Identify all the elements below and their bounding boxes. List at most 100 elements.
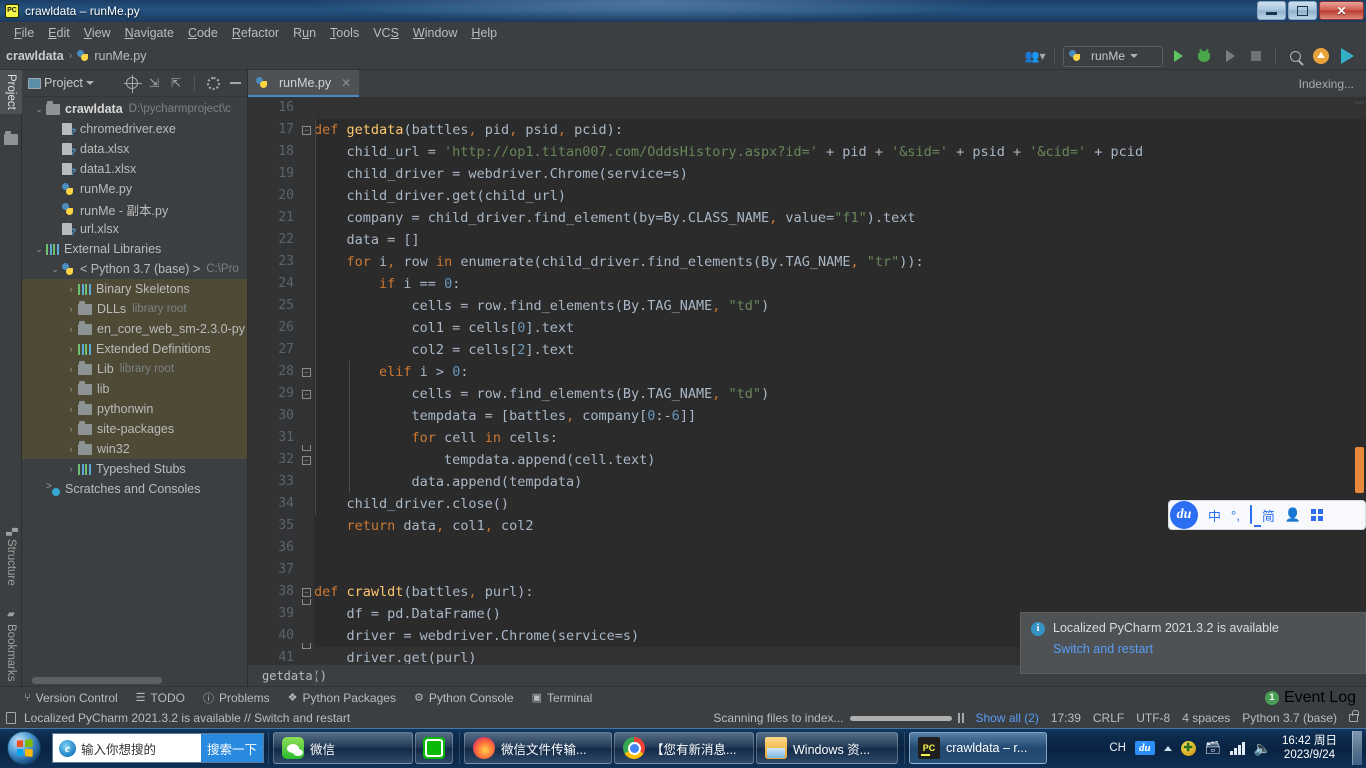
taskbar-item-firefox[interactable]: 微信文件传输...	[464, 732, 612, 764]
fold-marker[interactable]: −	[302, 390, 311, 399]
event-log-button[interactable]: 1 Event Log	[1264, 689, 1366, 707]
code-line[interactable]	[314, 559, 1366, 581]
ime-chinese-mode-icon[interactable]: 中	[1208, 506, 1221, 525]
caret-position[interactable]: 17:39	[1051, 711, 1081, 725]
code-line[interactable]: if i == 0:	[314, 273, 1366, 295]
baidu-ime-toolbar[interactable]: du 中 °, 简 👤	[1168, 500, 1366, 530]
tree-node[interactable]: ⌄ crawldata D:\pycharmproject\c	[22, 99, 247, 119]
chevron-right-icon[interactable]: ›	[64, 344, 78, 354]
search-everywhere-icon[interactable]	[1284, 45, 1306, 67]
chevron-right-icon[interactable]: ›	[64, 404, 78, 414]
code-line[interactable]: def getdata(battles, pid, psid, pcid):	[314, 119, 1366, 141]
indent-setting[interactable]: 4 spaces	[1182, 711, 1230, 725]
editor-scrollbar[interactable]	[1355, 447, 1364, 493]
code-folding-column[interactable]: − − − − −	[300, 97, 314, 686]
tree-node[interactable]: ⌄ External Libraries	[22, 239, 247, 259]
stop-icon[interactable]	[1245, 45, 1267, 67]
code-line[interactable]: cells = row.find_elements(By.TAG_NAME, "…	[314, 295, 1366, 317]
code-line[interactable]: child_driver.get(child_url)	[314, 185, 1366, 207]
file-encoding[interactable]: UTF-8	[1136, 711, 1170, 725]
ime-grid-icon[interactable]	[1311, 509, 1324, 521]
menu-vcs[interactable]: VCS	[366, 24, 406, 42]
ime-simplified-icon[interactable]: 简	[1262, 506, 1275, 525]
fold-end-marker[interactable]	[302, 643, 311, 649]
baidu-ime-tray-icon[interactable]: du	[1134, 741, 1155, 755]
chevron-down-icon[interactable]: ⌄	[48, 264, 62, 275]
pause-icon[interactable]	[957, 713, 964, 723]
tree-node[interactable]: › Extended Definitions	[22, 339, 247, 359]
menu-window[interactable]: Window	[406, 24, 464, 42]
code-line[interactable]: company = child_driver.find_element(by=B…	[314, 207, 1366, 229]
code-line[interactable]: data = []	[314, 229, 1366, 251]
update-project-icon[interactable]	[1310, 45, 1332, 67]
search-button[interactable]: 搜索一下	[201, 734, 263, 762]
menu-edit[interactable]: Edit	[41, 24, 77, 42]
minimize-button[interactable]	[1257, 1, 1286, 20]
code-line[interactable]: def crawldt(battles, purl):	[314, 581, 1366, 603]
taskbar-item-wechat[interactable]: 微信	[273, 732, 413, 764]
menu-tools[interactable]: Tools	[323, 24, 366, 42]
tree-node[interactable]: runMe - 副本.py	[22, 199, 247, 219]
taskbar-item-wechat-transfer-tool[interactable]	[415, 732, 453, 764]
user-settings-icon[interactable]: 👥▾	[1024, 45, 1046, 67]
chevron-right-icon[interactable]: ›	[64, 444, 78, 454]
breadcrumb-file[interactable]: runMe.py	[77, 49, 146, 63]
lock-icon[interactable]	[1349, 710, 1359, 722]
tree-node[interactable]: url.xlsx	[22, 219, 247, 239]
window-title-bar[interactable]: crawldata – runMe.py ✕	[0, 0, 1366, 22]
baidu-ime-logo[interactable]: du	[1170, 501, 1198, 529]
ie-search-bar[interactable]: e 输入你想搜的 搜索一下	[52, 733, 264, 763]
expand-all-icon[interactable]: ⇲	[146, 75, 162, 91]
interpreter-selector[interactable]: Python 3.7 (base)	[1242, 711, 1337, 725]
clock[interactable]: 16:42 周日 2023/9/24	[1280, 734, 1339, 762]
menu-help[interactable]: Help	[464, 24, 504, 42]
input-language-indicator[interactable]: CH	[1109, 742, 1126, 754]
run-icon[interactable]	[1167, 45, 1189, 67]
line-separator[interactable]: CRLF	[1093, 711, 1124, 725]
notification-balloon[interactable]: i Localized PyCharm 2021.3.2 is availabl…	[1020, 612, 1366, 674]
ime-screen-icon[interactable]	[1249, 505, 1252, 524]
tree-node[interactable]: ⌄ < Python 3.7 (base) > C:\Pro	[22, 259, 247, 279]
menu-file[interactable]: File	[7, 24, 41, 42]
fold-marker[interactable]: −	[302, 368, 311, 377]
chevron-down-icon[interactable]: ⌄	[32, 244, 46, 255]
hide-icon[interactable]	[227, 75, 243, 91]
tool-button-problems[interactable]: ⓘ Problems	[203, 690, 270, 706]
tree-node[interactable]: chromedriver.exe	[22, 119, 247, 139]
code-line[interactable]: for cell in cells:	[314, 427, 1366, 449]
debug-icon[interactable]	[1193, 45, 1215, 67]
network-icon[interactable]	[1230, 741, 1245, 755]
chevron-right-icon[interactable]: ›	[64, 364, 78, 374]
expand-tray-icon[interactable]	[1163, 745, 1172, 751]
code-line[interactable]: tempdata.append(cell.text)	[314, 449, 1366, 471]
search-input[interactable]: e 输入你想搜的	[53, 734, 201, 762]
code-line[interactable]: child_driver = webdriver.Chrome(service=…	[314, 163, 1366, 185]
code-line[interactable]: elif i > 0:	[314, 361, 1366, 383]
start-button[interactable]	[0, 729, 48, 767]
taskbar-item-pycharm[interactable]: PC crawldata – r...	[909, 732, 1047, 764]
chevron-right-icon[interactable]: ›	[64, 304, 78, 314]
code-line[interactable]: child_url = 'http://op1.titan007.com/Odd…	[314, 141, 1366, 163]
tree-horizontal-scrollbar[interactable]	[32, 677, 162, 684]
tree-node[interactable]: › Binary Skeletons	[22, 279, 247, 299]
ime-punctuation-icon[interactable]: °,	[1231, 508, 1240, 523]
device-icon[interactable]: 🗃	[1205, 740, 1222, 756]
tree-node[interactable]: › site-packages	[22, 419, 247, 439]
chevron-down-icon[interactable]: ⌄	[32, 104, 46, 115]
code-line[interactable]	[314, 537, 1366, 559]
chevron-right-icon[interactable]: ›	[64, 384, 78, 394]
taskbar-item-chrome[interactable]: 【您有新消息...	[614, 732, 754, 764]
code-line[interactable]: tempdata = [battles, company[0:-6]]	[314, 405, 1366, 427]
play-alt-icon[interactable]	[1336, 45, 1358, 67]
menu-view[interactable]: View	[77, 24, 118, 42]
tree-node[interactable]: › en_core_web_sm-2.3.0-py	[22, 319, 247, 339]
menu-navigate[interactable]: Navigate	[118, 24, 181, 42]
code-line[interactable]: for i, row in enumerate(child_driver.fin…	[314, 251, 1366, 273]
chevron-right-icon[interactable]: ›	[64, 464, 78, 474]
tool-button-python-packages[interactable]: ❖ Python Packages	[288, 691, 396, 705]
collapse-all-icon[interactable]: ⇱	[168, 75, 184, 91]
volume-icon[interactable]: 🔈	[1254, 740, 1271, 757]
chevron-right-icon[interactable]: ›	[64, 324, 78, 334]
tree-node[interactable]: › DLLs library root	[22, 299, 247, 319]
fold-marker[interactable]: −	[302, 588, 311, 597]
